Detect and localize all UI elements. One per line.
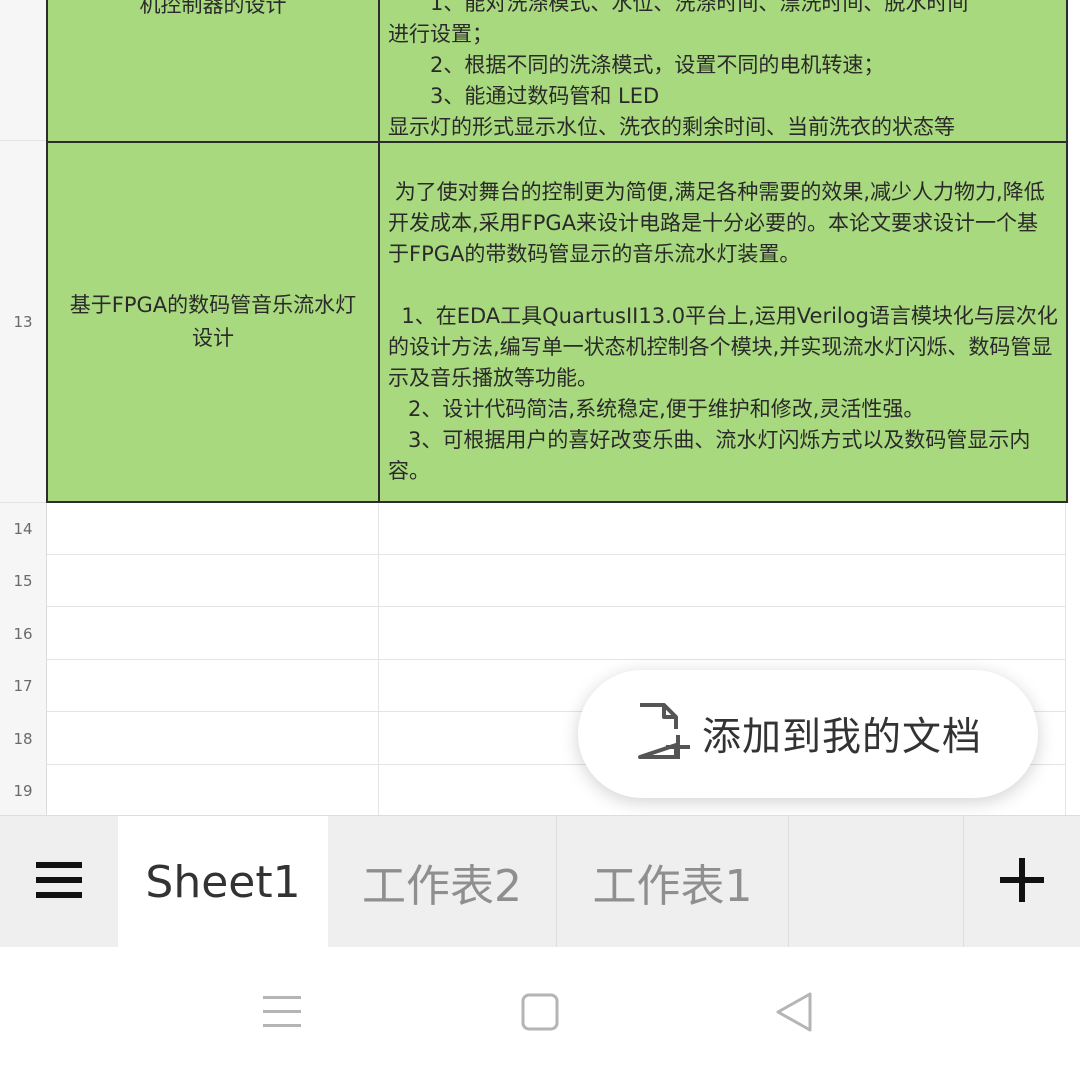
- cell-content-text: 为了使对舞台的控制更为简便,满足各种需要的效果,减少人力物力,降低开发成本,采用…: [388, 180, 1058, 483]
- empty-cell[interactable]: [47, 555, 379, 607]
- row-number-14[interactable]: 14: [0, 503, 46, 556]
- empty-cell[interactable]: [47, 660, 379, 712]
- empty-cell[interactable]: [379, 503, 1066, 555]
- nav-home-button[interactable]: [480, 947, 600, 1080]
- row-number-18[interactable]: 18: [0, 712, 46, 766]
- cell-title-row-12[interactable]: 机控制器的设计: [46, 0, 380, 143]
- tab-worksheet1[interactable]: 工作表1: [557, 816, 789, 948]
- row-number-19[interactable]: 19: [0, 765, 46, 815]
- empty-cell[interactable]: [47, 607, 379, 660]
- hamburger-menu-icon: [36, 860, 82, 904]
- add-to-my-documents-button[interactable]: 添加到我的文档: [578, 670, 1038, 798]
- cell-content-text: 1、能对洗涤模式、水位、洗涤时间、漂洗时间、脱水时间 进行设置； 2、根据不同的…: [388, 0, 969, 139]
- cell-content-row-13[interactable]: 为了使对舞台的控制更为简便,满足各种需要的效果,减少人力物力,降低开发成本,采用…: [378, 141, 1068, 503]
- tab-worksheet2[interactable]: 工作表2: [328, 816, 557, 948]
- row-number-13[interactable]: 13: [0, 141, 46, 503]
- back-icon: [774, 991, 814, 1037]
- plus-icon: [1000, 858, 1044, 906]
- cell-title-row-13[interactable]: 基于FPGA的数码管音乐流水灯设计: [46, 141, 380, 503]
- home-icon: [521, 993, 559, 1035]
- tab-label: 工作表2: [362, 861, 522, 912]
- tab-label: Sheet1: [145, 856, 301, 908]
- tab-sheet1[interactable]: Sheet1: [118, 816, 328, 948]
- sheet-menu-button[interactable]: [0, 816, 118, 948]
- cell-title-text: 基于FPGA的数码管音乐流水灯设计: [69, 293, 357, 350]
- empty-cell[interactable]: [47, 503, 379, 555]
- row-number-17[interactable]: 17: [0, 660, 46, 713]
- add-sheet-button[interactable]: [964, 816, 1080, 948]
- empty-cell[interactable]: [379, 555, 1066, 607]
- empty-cell[interactable]: [379, 607, 1066, 660]
- add-document-icon: [634, 701, 690, 767]
- sheet-tab-bar: Sheet1 工作表2 工作表1: [0, 815, 1080, 948]
- row-number-15[interactable]: 15: [0, 555, 46, 608]
- add-to-my-documents-label: 添加到我的文档: [701, 715, 982, 760]
- menu-icon: [263, 995, 301, 1033]
- cell-content-row-12[interactable]: 1、能对洗涤模式、水位、洗涤时间、漂洗时间、脱水时间 进行设置； 2、根据不同的…: [378, 0, 1068, 143]
- cell-title-text: 机控制器的设计: [139, 0, 287, 17]
- system-navigation-bar: [0, 947, 1080, 1080]
- tab-label: 工作表1: [592, 861, 753, 912]
- nav-back-button[interactable]: [734, 947, 854, 1080]
- row-number-12[interactable]: [0, 0, 46, 141]
- empty-cell[interactable]: [47, 712, 379, 765]
- tab-empty-slot: [789, 816, 964, 948]
- empty-cell[interactable]: [47, 765, 379, 815]
- nav-menu-button[interactable]: [222, 947, 342, 1080]
- row-number-16[interactable]: 16: [0, 607, 46, 661]
